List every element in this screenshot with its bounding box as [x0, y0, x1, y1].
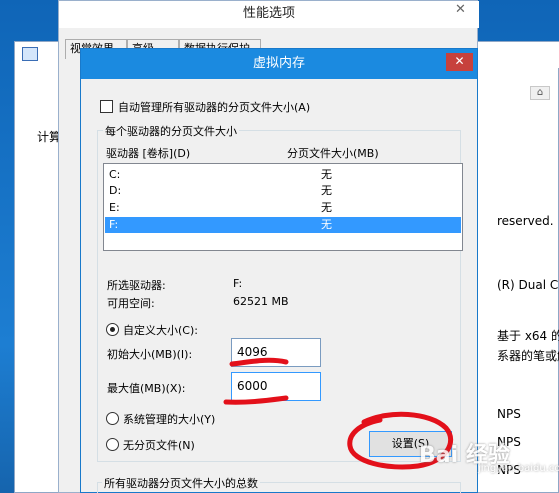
free-space-value: 62521 MB — [233, 295, 289, 308]
info-text: 系器的笔或触 — [497, 349, 559, 363]
auto-manage-checkbox[interactable] — [100, 100, 113, 113]
auto-manage-label: 自动管理所有驱动器的分页文件大小(A) — [118, 101, 311, 114]
baidu-watermark-url: jingyan.baidu.com — [478, 463, 559, 474]
custom-size-radio[interactable] — [106, 323, 119, 336]
perf-window-title: 性能选项 — [59, 1, 479, 28]
system-managed-label: 系统管理的大小(Y) — [123, 413, 216, 426]
paging-size: 无 — [321, 218, 332, 231]
custom-size-label: 自定义大小(C): — [123, 324, 198, 337]
restore-icon[interactable]: ⌂ — [530, 86, 550, 100]
paging-size: 无 — [321, 201, 332, 214]
selected-drive-label: 所选驱动器: — [107, 279, 166, 292]
max-size-input[interactable]: 6000 — [231, 372, 321, 401]
info-text: reserved. — [497, 214, 554, 228]
column-size-header: 分页文件大小(MB) — [287, 147, 379, 160]
info-text: NPS — [497, 407, 521, 421]
column-drive-header: 驱动器 [卷标](D) — [106, 147, 191, 160]
max-size-label: 最大值(MB)(X): — [107, 382, 186, 395]
drive-letter: D: — [109, 184, 122, 197]
free-space-label: 可用空间: — [107, 297, 155, 310]
total-group-title: 所有驱动器分页文件大小的总数 — [102, 475, 260, 491]
initial-size-label: 初始大小(MB)(I): — [107, 348, 193, 361]
info-text: (R) Dual C — [497, 278, 559, 292]
paging-size: 无 — [321, 168, 332, 181]
list-item[interactable]: E: 无 — [105, 200, 461, 216]
drive-letter: C: — [109, 168, 121, 181]
drive-letter: F: — [109, 218, 119, 231]
no-paging-radio[interactable] — [106, 438, 119, 451]
system-icon — [22, 47, 38, 61]
no-paging-label: 无分页文件(N) — [123, 439, 195, 452]
dialog-title: 虚拟内存 — [81, 49, 477, 79]
drive-list[interactable]: C: 无 D: 无 E: 无 F: 无 — [103, 163, 463, 251]
selected-drive-value: F: — [233, 277, 243, 290]
list-item[interactable]: C: 无 — [105, 167, 461, 183]
drive-group-title: 每个驱动器的分页文件大小 — [103, 123, 239, 139]
list-item[interactable]: D: 无 — [105, 183, 461, 199]
list-item-selected[interactable]: F: 无 — [105, 217, 461, 233]
perf-close-icon[interactable]: ✕ — [444, 1, 477, 19]
paging-size: 无 — [321, 184, 332, 197]
info-text: 基于 x64 的 — [497, 329, 559, 343]
drive-letter: E: — [109, 201, 120, 214]
initial-size-input[interactable]: 4096 — [231, 338, 321, 367]
close-icon[interactable]: ✕ — [446, 53, 473, 71]
system-managed-radio[interactable] — [106, 412, 119, 425]
